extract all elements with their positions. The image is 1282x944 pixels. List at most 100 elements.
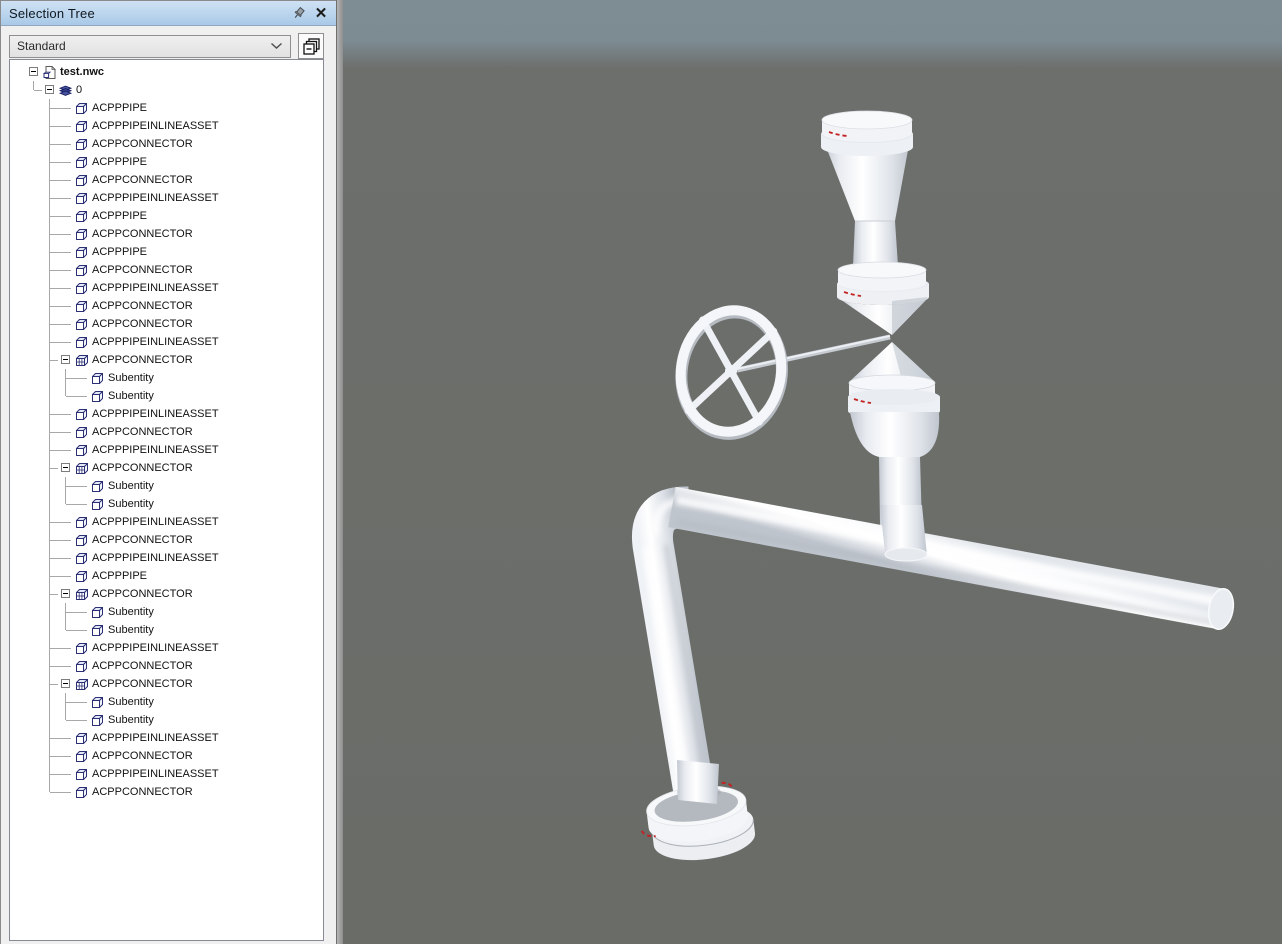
expander-minus-icon[interactable] [61, 463, 70, 472]
tree-item[interactable]: ACPPPIPEINLINEASSET [10, 729, 323, 747]
tree-item[interactable]: ACPPPIPEINLINEASSET [10, 189, 323, 207]
tree-connector [58, 621, 74, 639]
tree-connector [42, 153, 58, 171]
tree-item[interactable]: ACPPCONNECTOR [10, 747, 323, 765]
tree-guide [26, 603, 42, 621]
tree-item[interactable]: ACPPPIPE [10, 153, 323, 171]
tree-item[interactable]: ACPPPIPE [10, 207, 323, 225]
tree-item[interactable]: ACPPCONNECTOR [10, 459, 323, 477]
panel-titlebar[interactable]: Selection Tree ✕ [1, 1, 336, 26]
box-icon [74, 785, 89, 799]
box-icon [74, 263, 89, 277]
tree-item[interactable]: ACPPCONNECTOR [10, 351, 323, 369]
tree-item[interactable]: ACPPCONNECTOR [10, 423, 323, 441]
expander-minus-icon[interactable] [61, 679, 70, 688]
tree-connector [42, 207, 58, 225]
tree-item[interactable]: ACPPPIPEINLINEASSET [10, 279, 323, 297]
tree-connector [42, 639, 58, 657]
tree-connector [42, 549, 58, 567]
tree-item[interactable]: ACPPPIPE [10, 99, 323, 117]
tree-item[interactable]: 0 [10, 81, 323, 99]
tree-item[interactable]: ACPPPIPE [10, 243, 323, 261]
tree-item[interactable]: Subentity [10, 621, 323, 639]
tree-connector [58, 477, 74, 495]
tree-guide [74, 693, 90, 711]
tree-item[interactable]: ACPPCONNECTOR [10, 225, 323, 243]
tree-guide [42, 603, 58, 621]
bottom-pipe-entry[interactable] [677, 760, 721, 804]
tree-item-label: Subentity [108, 696, 154, 708]
selection-tree-scroll-area[interactable]: test.nwc 0 ACPPPIPE ACPPPIPEINLINEASSET ACPP… [9, 59, 324, 941]
top-flange[interactable] [821, 110, 913, 156]
cascade-windows-button[interactable] [298, 33, 324, 59]
tree-guide [26, 441, 42, 459]
tree-connector [42, 675, 58, 693]
application-window: Selection Tree ✕ Standard test.nwc 0 ACP… [0, 0, 1282, 944]
tree-item[interactable]: ACPPPIPEINLINEASSET [10, 639, 323, 657]
tree-item[interactable]: ACPPPIPEINLINEASSET [10, 117, 323, 135]
box-icon [74, 317, 89, 331]
tree-guide [58, 639, 74, 657]
tree-connector [42, 297, 58, 315]
tree-item[interactable]: ACPPCONNECTOR [10, 675, 323, 693]
expander-minus-icon[interactable] [29, 67, 38, 76]
tree-guide [26, 279, 42, 297]
box-icon [74, 569, 89, 583]
auto-hide-pin-icon[interactable] [290, 4, 308, 22]
tree-guide [74, 495, 90, 513]
box-icon [74, 299, 89, 313]
tee-stub[interactable] [880, 505, 928, 562]
tree-item[interactable]: ACPPCONNECTOR [10, 297, 323, 315]
tree-item[interactable]: Subentity [10, 369, 323, 387]
tree-item[interactable]: ACPPPIPEINLINEASSET [10, 513, 323, 531]
tree-item[interactable]: ACPPCONNECTOR [10, 585, 323, 603]
box-icon [74, 137, 89, 151]
tree-item[interactable]: Subentity [10, 387, 323, 405]
tree-item[interactable]: ACPPPIPE [10, 567, 323, 585]
close-icon[interactable]: ✕ [312, 4, 330, 22]
tree-item[interactable]: Subentity [10, 477, 323, 495]
tree-connector [42, 513, 58, 531]
tree-connector [42, 765, 58, 783]
tree-item[interactable]: Subentity [10, 495, 323, 513]
tree-item[interactable]: ACPPPIPEINLINEASSET [10, 549, 323, 567]
expander-cell [26, 63, 42, 81]
tree-item[interactable]: ACPPCONNECTOR [10, 783, 323, 801]
expander-minus-icon[interactable] [61, 589, 70, 598]
tree-item-label: ACPPCONNECTOR [92, 750, 193, 762]
panel-splitter[interactable] [336, 0, 343, 944]
tree-connector [42, 243, 58, 261]
tree-guide [26, 333, 42, 351]
box-icon [90, 605, 105, 619]
tree-item[interactable]: ACPPPIPEINLINEASSET [10, 441, 323, 459]
tree-mode-select[interactable]: Standard [9, 34, 291, 58]
expander-minus-icon[interactable] [45, 85, 54, 94]
tree-item[interactable]: Subentity [10, 711, 323, 729]
viewport-3d[interactable] [343, 0, 1282, 944]
tree-item[interactable]: ACPPCONNECTOR [10, 315, 323, 333]
tree-item[interactable]: ACPPCONNECTOR [10, 135, 323, 153]
viewport-background[interactable] [343, 0, 1282, 944]
tree-item[interactable]: Subentity [10, 693, 323, 711]
tree-guide [58, 315, 74, 333]
tree-guide [74, 369, 90, 387]
tree-item[interactable]: ACPPCONNECTOR [10, 657, 323, 675]
tree-item[interactable]: Subentity [10, 603, 323, 621]
box-icon [74, 767, 89, 781]
tree-connector [58, 495, 74, 513]
tree-item[interactable]: ACPPCONNECTOR [10, 171, 323, 189]
tree-item[interactable]: ACPPCONNECTOR [10, 261, 323, 279]
expander-minus-icon[interactable] [61, 355, 70, 364]
tree-item[interactable]: ACPPPIPEINLINEASSET [10, 765, 323, 783]
tree-guide [58, 279, 74, 297]
tree-guide [74, 387, 90, 405]
tree-item[interactable]: test.nwc [10, 63, 323, 81]
tree-item[interactable]: ACPPPIPEINLINEASSET [10, 333, 323, 351]
tree-guide [42, 495, 58, 513]
tree-item[interactable]: ACPPPIPEINLINEASSET [10, 405, 323, 423]
scene-canvas[interactable] [343, 0, 1282, 944]
box-icon [90, 497, 105, 511]
expander-cell [42, 81, 58, 99]
tree-item[interactable]: ACPPCONNECTOR [10, 531, 323, 549]
tree-guide [58, 729, 74, 747]
